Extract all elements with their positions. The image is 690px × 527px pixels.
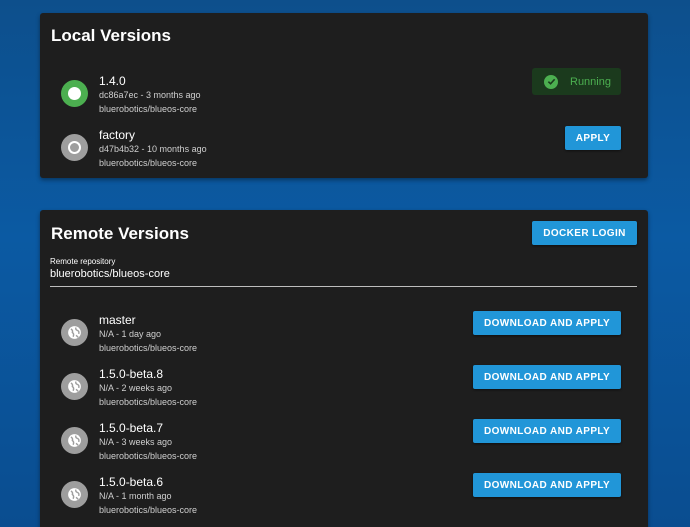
version-meta: N/A - 3 weeks ago — [99, 437, 173, 447]
docker-login-button[interactable]: DOCKER LOGIN — [532, 221, 637, 245]
download-and-apply-button[interactable]: DOWNLOAD AND APPLY — [473, 419, 621, 443]
version-name: 1.5.0-beta.8 — [99, 367, 164, 381]
running-status-text: Running — [570, 75, 611, 88]
version-repo: bluerobotics/blueos-core — [99, 343, 198, 353]
version-name: 1.4.0 — [99, 74, 126, 88]
version-name: master — [99, 313, 136, 327]
remote-version-row: 1.5.0-beta.8 N/A - 2 weeks ago bluerobot… — [40, 365, 648, 423]
version-repo: bluerobotics/blueos-core — [99, 505, 198, 515]
local-versions-card: Local Versions 1.4.0 dc86a7ec - 3 months… — [40, 13, 648, 178]
apply-button[interactable]: APPLY — [565, 126, 621, 150]
radio-unchecked-icon — [61, 134, 88, 161]
version-repo: bluerobotics/blueos-core — [99, 104, 198, 114]
version-meta: N/A - 2 weeks ago — [99, 383, 173, 393]
globe-icon — [61, 427, 88, 454]
globe-icon — [61, 481, 88, 508]
remote-version-row: 1.5.0-beta.6 N/A - 1 month ago bluerobot… — [40, 473, 648, 527]
running-status-badge: Running — [532, 68, 621, 95]
local-version-row: factory d47b4b32 - 10 months ago bluerob… — [40, 126, 648, 184]
version-repo: bluerobotics/blueos-core — [99, 397, 198, 407]
version-repo: bluerobotics/blueos-core — [99, 451, 198, 461]
version-meta: N/A - 1 month ago — [99, 491, 172, 501]
download-and-apply-button[interactable]: DOWNLOAD AND APPLY — [473, 311, 621, 335]
remote-versions-card: Remote Versions DOCKER LOGIN Remote repo… — [40, 210, 648, 527]
local-versions-title: Local Versions — [51, 26, 171, 45]
version-name: 1.5.0-beta.6 — [99, 475, 164, 489]
version-meta: d47b4b32 - 10 months ago — [99, 144, 207, 154]
version-name: 1.5.0-beta.7 — [99, 421, 164, 435]
version-meta: N/A - 1 day ago — [99, 329, 162, 339]
remote-versions-title: Remote Versions — [51, 224, 189, 243]
radio-checked-icon — [61, 80, 88, 107]
check-circle-icon — [544, 74, 558, 89]
local-version-row: 1.4.0 dc86a7ec - 3 months ago blueroboti… — [40, 68, 648, 130]
version-name: factory — [99, 128, 136, 142]
version-meta: dc86a7ec - 3 months ago — [99, 90, 201, 100]
download-and-apply-button[interactable]: DOWNLOAD AND APPLY — [473, 473, 621, 497]
globe-icon — [61, 319, 88, 346]
remote-version-row: master N/A - 1 day ago bluerobotics/blue… — [40, 311, 648, 369]
remote-repository-input[interactable]: bluerobotics/blueos-core — [50, 268, 170, 280]
remote-repository-label: Remote repository — [50, 257, 116, 266]
input-underline — [50, 286, 637, 287]
remote-version-row: 1.5.0-beta.7 N/A - 3 weeks ago bluerobot… — [40, 419, 648, 477]
download-and-apply-button[interactable]: DOWNLOAD AND APPLY — [473, 365, 621, 389]
globe-icon — [61, 373, 88, 400]
version-repo: bluerobotics/blueos-core — [99, 158, 198, 168]
